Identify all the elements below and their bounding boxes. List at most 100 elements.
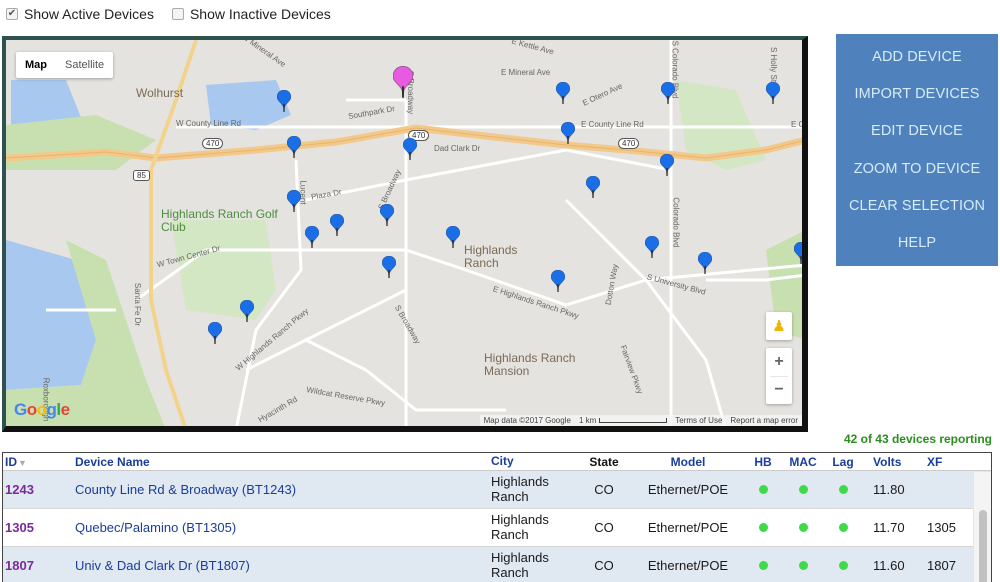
cell-model: Ethernet/POE (647, 520, 729, 535)
help-button[interactable]: HELP (836, 235, 998, 251)
status-ok-icon (798, 523, 808, 532)
column-header-lag[interactable]: Lag (823, 455, 863, 469)
cell-city: Highlands Ranch (491, 474, 549, 504)
place-label: Highlands Ranch Golf Club (161, 207, 278, 234)
device-marker[interactable] (277, 90, 291, 112)
status-ok-icon (838, 561, 848, 570)
device-map[interactable]: Map Satellite W Mineral Ave E Kettle Ave… (2, 36, 808, 432)
device-marker[interactable] (561, 122, 575, 144)
device-marker[interactable] (645, 236, 659, 258)
road-label: E County Line Rd (581, 120, 644, 129)
column-header-hb[interactable]: HB (743, 455, 783, 469)
show-active-checkbox[interactable]: ✔ (6, 8, 18, 20)
scale-bar (599, 418, 668, 424)
column-header-city[interactable]: City (491, 454, 575, 468)
add-device-button[interactable]: ADD DEVICE (836, 49, 998, 65)
device-marker[interactable] (766, 82, 780, 104)
device-marker[interactable] (556, 82, 570, 104)
road-label: E Mineral Ave (501, 68, 551, 77)
device-marker[interactable] (382, 256, 396, 278)
table-row[interactable]: 1243 County Line Rd & Broadway (BT1243) Hi… (3, 471, 991, 509)
cell-state: CO (594, 520, 614, 535)
map-scale: 1 km (579, 416, 668, 425)
map-type-satellite-button[interactable]: Satellite (56, 52, 113, 78)
cell-volts: 11.80 (873, 482, 905, 497)
table-row[interactable]: 1807 Univ & Dad Clark Dr (BT1807) Highland… (3, 547, 991, 582)
device-marker[interactable] (240, 300, 254, 322)
show-inactive-checkbox[interactable] (171, 8, 184, 20)
cell-device-name: County Line Rd & Broadway (BT1243) (75, 482, 297, 497)
device-marker[interactable] (551, 270, 565, 292)
status-ok-icon (838, 523, 848, 532)
table-row[interactable]: 1305 Quebec/Palamino (BT1305) Highlands Ra… (3, 509, 991, 547)
cell-xf: 1807 (927, 558, 956, 573)
edit-device-button[interactable]: EDIT DEVICE (836, 123, 998, 139)
scrollbar-thumb[interactable] (979, 510, 987, 582)
status-ok-icon (838, 485, 848, 494)
clear-selection-button[interactable]: CLEAR SELECTION (836, 198, 998, 214)
map-type-map-button[interactable]: Map (16, 52, 56, 78)
road-label: Santa Fe Dr (133, 282, 143, 327)
zoom-in-button[interactable]: + (766, 348, 792, 376)
device-marker[interactable] (208, 322, 222, 344)
street-view-pegman[interactable]: ♟ (766, 312, 792, 340)
place-label: Highlands Ranch Mansion (484, 351, 576, 378)
cell-city: Highlands Ranch (491, 550, 549, 580)
device-marker[interactable] (586, 176, 600, 198)
cell-lag (823, 558, 863, 573)
cell-mac (783, 558, 823, 573)
device-marker[interactable] (305, 226, 319, 248)
park-area (171, 220, 276, 320)
table-body: 1243 County Line Rd & Broadway (BT1243) Hi… (3, 471, 991, 582)
device-marker[interactable] (287, 136, 301, 158)
place-label: Highlands Ranch (464, 243, 518, 270)
device-marker[interactable] (794, 242, 808, 264)
column-header-volts[interactable]: Volts (863, 455, 915, 469)
cell-device-name: Univ & Dad Clark Dr (BT1807) (75, 558, 250, 573)
report-error-link[interactable]: Report a map error (730, 416, 798, 425)
cell-mac (783, 520, 823, 535)
terms-link[interactable]: Terms of Use (675, 416, 722, 425)
device-marker[interactable] (330, 214, 344, 236)
device-marker[interactable] (660, 154, 674, 176)
road-label: E C (791, 120, 805, 129)
cell-model: Ethernet/POE (647, 482, 729, 497)
zoom-to-device-button[interactable]: ZOOM TO DEVICE (836, 161, 998, 177)
show-active-toggle[interactable]: ✔ Show Active Devices (6, 6, 154, 22)
highway-shield: 470 (202, 138, 224, 149)
column-header-state[interactable]: State (575, 455, 633, 469)
show-inactive-label: Show Inactive Devices (189, 6, 331, 22)
device-marker[interactable] (698, 252, 712, 274)
cell-lag (823, 520, 863, 535)
cell-mac (783, 482, 823, 497)
road-label: W County Line Rd (176, 119, 241, 128)
zoom-control: + − (766, 348, 792, 404)
show-inactive-toggle[interactable]: Show Inactive Devices (171, 6, 331, 22)
column-header-xf[interactable]: XF (915, 455, 975, 469)
table-header: ID▼ Device Name City State Model HB MAC … (3, 453, 991, 471)
cell-city: Highlands Ranch (491, 512, 549, 542)
column-header-mac[interactable]: MAC (783, 455, 823, 469)
status-ok-icon (758, 523, 768, 532)
cell-state: CO (594, 482, 614, 497)
table-scrollbar[interactable] (973, 472, 991, 582)
cell-id: 1243 (5, 482, 34, 497)
cell-lag (823, 482, 863, 497)
device-marker[interactable] (287, 190, 301, 212)
import-devices-button[interactable]: IMPORT DEVICES (836, 86, 998, 102)
action-panel: ADD DEVICE IMPORT DEVICES EDIT DEVICE ZO… (836, 34, 998, 266)
zoom-out-button[interactable]: − (766, 377, 792, 405)
status-ok-icon (798, 485, 808, 494)
column-header-id[interactable]: ID▼ (3, 455, 75, 469)
device-marker[interactable] (403, 138, 417, 160)
column-header-name[interactable]: Device Name (75, 455, 491, 469)
column-header-model[interactable]: Model (633, 455, 743, 469)
google-logo[interactable]: Google (14, 400, 70, 420)
selected-device-marker[interactable] (393, 66, 413, 98)
status-ok-icon (758, 485, 768, 494)
device-marker[interactable] (661, 82, 675, 104)
device-marker[interactable] (380, 204, 394, 226)
highway-shield: 85 (133, 170, 150, 181)
show-active-label: Show Active Devices (24, 6, 154, 22)
device-marker[interactable] (446, 226, 460, 248)
